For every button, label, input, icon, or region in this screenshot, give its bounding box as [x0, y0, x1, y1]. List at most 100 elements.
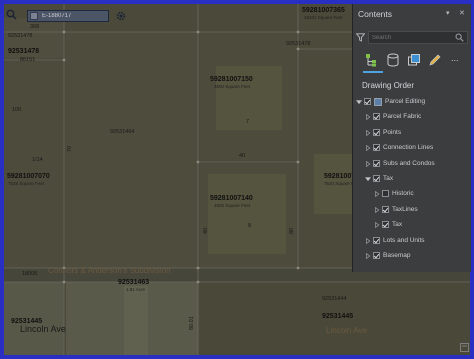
building-59281007140 — [208, 174, 286, 254]
map-label-street: Lincoln Ave — [20, 324, 66, 334]
map-label-area: 4825 Square Feet — [214, 203, 251, 208]
chevron-right-icon[interactable] — [374, 191, 380, 198]
map-label-dimension: 100 — [12, 107, 22, 113]
layer-visibility-checkbox[interactable] — [364, 98, 371, 105]
more-icon[interactable]: ... — [451, 53, 465, 67]
map-label-area: 7528 Square Feet — [8, 181, 45, 186]
layer-row[interactable]: Parcel Fabric — [365, 112, 465, 124]
map-label-pid: 59281007070 — [7, 173, 50, 180]
chevron-right-icon[interactable] — [365, 253, 371, 259]
layer-visibility-checkbox[interactable] — [382, 205, 389, 213]
layer-row[interactable]: Points — [365, 128, 465, 140]
layer-label: TaxLines — [392, 205, 418, 213]
close-icon[interactable]: ✕ — [459, 9, 465, 17]
map-label-area: 3600 Square Feet — [214, 84, 251, 89]
chevron-down-icon[interactable] — [365, 176, 371, 182]
map-label-dimension: 80.01 — [189, 316, 195, 330]
layer-row[interactable]: Tax — [374, 220, 465, 232]
selection-icon[interactable] — [407, 53, 421, 67]
map-label-pid-small: 92531464 — [110, 129, 135, 135]
map-label-dimension: 1/14 — [32, 157, 43, 163]
chevron-right-icon[interactable] — [365, 114, 371, 121]
map-search-input[interactable] — [27, 10, 109, 22]
map-label-pid: 59281007140 — [210, 195, 253, 202]
gear-icon[interactable] — [115, 10, 127, 22]
layer-visibility-checkbox[interactable] — [373, 113, 380, 121]
search-icon[interactable] — [455, 33, 464, 42]
layer-label: Basemap — [383, 252, 411, 259]
contents-pane: Contents ▾ ✕ ... — [352, 4, 471, 272]
map-label-area: 1.81 Acre — [126, 287, 146, 292]
map-label-lot-number: 8 — [248, 223, 252, 229]
layer-row[interactable]: Connection Lines — [365, 143, 465, 155]
chevron-right-icon[interactable] — [374, 222, 380, 229]
chevron-right-icon[interactable] — [365, 237, 371, 244]
parcel-left-column[interactable] — [4, 62, 64, 268]
layer-icon — [30, 12, 38, 20]
map-label-pid-small: 92531478 — [286, 41, 311, 47]
layer-row[interactable]: Basemap — [365, 251, 465, 263]
drawing-order-heading: Drawing Order — [362, 81, 415, 90]
drawing-order-icon[interactable] — [365, 53, 379, 67]
layer-visibility-checkbox[interactable] — [373, 144, 380, 152]
layer-row[interactable]: TaxLines — [374, 205, 465, 217]
contents-title: Contents — [358, 9, 393, 19]
layer-label: Parcel Fabric — [383, 113, 422, 121]
layer-visibility-checkbox[interactable] — [373, 252, 380, 259]
map-label-street: Lincoln Ave — [326, 326, 367, 335]
map-label-pid: 92531463 — [118, 279, 150, 286]
map-label-dimension: 70 — [67, 145, 73, 152]
layer-label: Tax — [383, 175, 394, 182]
layer-visibility-checkbox[interactable] — [373, 159, 380, 167]
map-label-pid-small: 92531444 — [322, 296, 347, 302]
layer-visibility-checkbox[interactable] — [382, 190, 389, 198]
resize-grip-icon[interactable] — [460, 343, 469, 352]
layer-visibility-checkbox[interactable] — [382, 221, 389, 229]
chevron-right-icon[interactable] — [374, 206, 380, 213]
chevron-right-icon[interactable] — [365, 145, 371, 152]
layer-row[interactable]: Historic — [374, 189, 465, 201]
pencil-icon[interactable] — [428, 53, 442, 67]
map-label-dimension: 40 — [239, 153, 246, 159]
window-frame: 92531478 92531478 368 86151 59281007365 … — [0, 0, 474, 359]
map-label-pid: 92531478 — [8, 48, 40, 55]
chevron-right-icon[interactable] — [365, 129, 371, 136]
search-icon[interactable] — [6, 9, 17, 20]
layer-label: Connection Lines — [383, 144, 434, 152]
layer-label: Points — [383, 128, 402, 136]
map-label-street-number: 18005 — [22, 271, 38, 277]
map-label-pid: 92531445 — [322, 313, 354, 320]
layer-label: Parcel Editing — [385, 98, 426, 105]
chevron-right-icon[interactable] — [365, 160, 371, 167]
map-label-subdivision: Connors & Anderson's Subdivision — [48, 266, 171, 275]
building-92531463 — [124, 286, 148, 355]
layer-label: Subs and Condos — [383, 159, 435, 167]
chevron-down-icon[interactable] — [356, 99, 362, 105]
layer-label: Historic — [392, 190, 414, 198]
layer-visibility-checkbox[interactable] — [373, 128, 380, 136]
layer-row[interactable]: Subs and Condos — [365, 159, 465, 171]
pane-options-icon[interactable]: ▾ — [446, 9, 450, 17]
filter-icon[interactable] — [356, 33, 365, 42]
active-toolbar-indicator — [363, 71, 383, 73]
map-label-area: 38101 Square Feet — [304, 15, 343, 20]
map-label-dimension: 40 — [203, 227, 209, 234]
contents-search-input[interactable] — [368, 31, 468, 44]
layer-label: Lots and Units — [383, 236, 425, 244]
parcel-right-lot[interactable] — [300, 32, 356, 268]
map-icon — [374, 98, 382, 106]
layer-row[interactable]: Parcel Editing — [356, 97, 465, 109]
database-icon[interactable] — [386, 53, 400, 67]
layer-visibility-checkbox[interactable] — [373, 236, 380, 244]
layer-row[interactable]: Lots and Units — [365, 236, 465, 248]
map-label-lot-number: 7 — [246, 119, 250, 125]
map-label-dimension: 368 — [30, 24, 40, 30]
layer-row[interactable]: Tax — [365, 174, 465, 186]
map-label-pid: 59281007 — [324, 173, 356, 180]
map-label-dimension: 80 — [289, 227, 295, 234]
map-label-dimension: 86151 — [20, 57, 36, 63]
layer-visibility-checkbox[interactable] — [373, 175, 380, 182]
map-label-pid-small: 92531478 — [8, 33, 33, 39]
map-label-pid: 59281007150 — [210, 76, 253, 83]
parcel-92531464[interactable] — [66, 32, 198, 268]
